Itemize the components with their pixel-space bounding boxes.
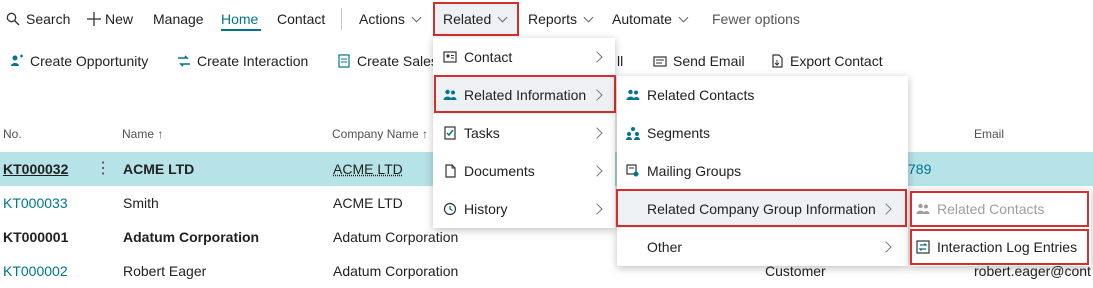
plus-icon: [87, 12, 101, 26]
action-bar: Search New Manage Home Contact Actions R…: [0, 0, 1093, 38]
send-email-button[interactable]: Send Email: [653, 44, 745, 78]
menu-item-label: Related Contacts: [647, 87, 755, 103]
contact-card-icon: [443, 50, 457, 64]
column-header-email[interactable]: Email: [974, 127, 1004, 141]
export-contact-label: Export Contact: [790, 53, 883, 69]
menu-item-label: Mailing Groups: [647, 163, 742, 179]
menu-item-label: Other: [647, 239, 683, 255]
chevron-right-icon: [591, 203, 603, 215]
menu-item-segments[interactable]: Segments: [617, 114, 908, 152]
chevron-right-icon: [880, 241, 892, 253]
chevron-right-icon: [591, 165, 603, 177]
row-number[interactable]: KT000033: [3, 186, 68, 220]
menu-item-label: Documents: [464, 163, 535, 179]
send-email-label: Send Email: [673, 53, 745, 69]
row-number[interactable]: KT000002: [3, 254, 68, 288]
related-information-submenu: Related Contacts Segments Mailing Groups…: [617, 76, 908, 266]
create-interaction-label: Create Interaction: [197, 53, 309, 69]
chevron-down-icon: [583, 12, 594, 23]
related-information-highlight: [434, 75, 616, 113]
mailing-groups-icon: [626, 164, 640, 178]
create-sales-button[interactable]: Create Sales: [337, 44, 438, 78]
new-label: New: [105, 11, 134, 27]
search-label: Search: [26, 11, 71, 27]
create-opportunity-label: Create Opportunity: [30, 53, 149, 69]
related-menu[interactable]: Related: [443, 0, 508, 38]
row-number[interactable]: KT000001: [3, 220, 68, 254]
create-sales-label: Create Sales: [357, 53, 438, 69]
automate-label: Automate: [612, 11, 672, 27]
row-actions-ellipsis[interactable]: ⋮: [95, 152, 111, 186]
opportunity-icon: [10, 54, 24, 68]
column-header-no[interactable]: No.: [3, 127, 22, 141]
menu-item-label: Segments: [647, 125, 711, 141]
manage-button[interactable]: Manage: [153, 0, 204, 38]
menu-item-other[interactable]: Other: [617, 228, 908, 266]
column-header-company[interactable]: Company Name ↑: [332, 127, 428, 141]
actions-label: Actions: [359, 11, 405, 27]
menu-item-contact[interactable]: Contact: [433, 38, 615, 76]
document-icon: [443, 164, 457, 178]
row-name: Smith: [123, 195, 159, 211]
reports-label: Reports: [528, 11, 578, 27]
fewer-options-button[interactable]: Fewer options: [712, 0, 800, 38]
row-name: ACME LTD: [123, 161, 195, 177]
people-icon: [626, 88, 640, 102]
automate-menu[interactable]: Automate: [612, 0, 689, 38]
menu-item-label: Tasks: [464, 125, 500, 141]
chevron-down-icon: [411, 12, 422, 23]
related-contacts-highlight: [910, 191, 1089, 227]
chevron-right-icon: [591, 127, 603, 139]
menu-item-related-contacts[interactable]: Related Contacts: [617, 76, 908, 114]
create-opportunity-button[interactable]: Create Opportunity: [10, 44, 148, 78]
menu-item-label: History: [464, 201, 508, 217]
export-icon: [770, 54, 784, 68]
toolbar-separator: [341, 8, 342, 30]
row-number[interactable]: KT000032: [3, 152, 68, 186]
history-icon: [443, 202, 457, 216]
export-contact-button[interactable]: Export Contact: [770, 44, 883, 78]
task-icon: [443, 126, 457, 140]
menu-item-tasks[interactable]: Tasks: [433, 114, 615, 152]
contact-tab[interactable]: Contact: [277, 0, 325, 38]
row-name: Adatum Corporation: [123, 229, 260, 245]
chevron-right-icon: [591, 51, 603, 63]
actions-menu[interactable]: Actions: [359, 0, 422, 38]
chevron-down-icon: [678, 12, 689, 23]
sales-document-icon: [337, 54, 351, 68]
email-icon: [653, 54, 667, 68]
menu-item-mailing-groups[interactable]: Mailing Groups: [617, 152, 908, 190]
home-tab-underline: [221, 29, 261, 31]
segments-icon: [626, 126, 640, 140]
interaction-log-entries-highlight: [910, 229, 1089, 265]
menu-item-documents[interactable]: Documents: [433, 152, 615, 190]
interaction-icon: [177, 54, 191, 68]
company-group-information-highlight: [616, 189, 907, 227]
home-tab[interactable]: Home: [221, 0, 258, 38]
related-label: Related: [443, 11, 492, 27]
menu-item-history[interactable]: History: [433, 190, 615, 228]
row-company: Adatum Corporation: [333, 263, 459, 279]
search-icon: [6, 12, 20, 26]
row-company[interactable]: ACME LTD: [333, 152, 403, 186]
menu-item-label: Contact: [464, 49, 513, 65]
related-dropdown-menu: Contact Related Information Tasks Docume…: [433, 38, 615, 228]
chevron-down-icon: [497, 12, 508, 23]
column-header-name[interactable]: Name ↑: [122, 127, 163, 141]
reports-menu[interactable]: Reports: [528, 0, 594, 38]
create-interaction-button[interactable]: Create Interaction: [177, 44, 308, 78]
search-button[interactable]: Search: [6, 0, 70, 38]
hidden-action-fragment[interactable]: ll: [617, 44, 623, 78]
new-button[interactable]: New: [87, 0, 133, 38]
row-name: Robert Eager: [123, 263, 207, 279]
row-phone-fragment[interactable]: 789: [908, 152, 931, 186]
row-company: ACME LTD: [333, 195, 403, 211]
